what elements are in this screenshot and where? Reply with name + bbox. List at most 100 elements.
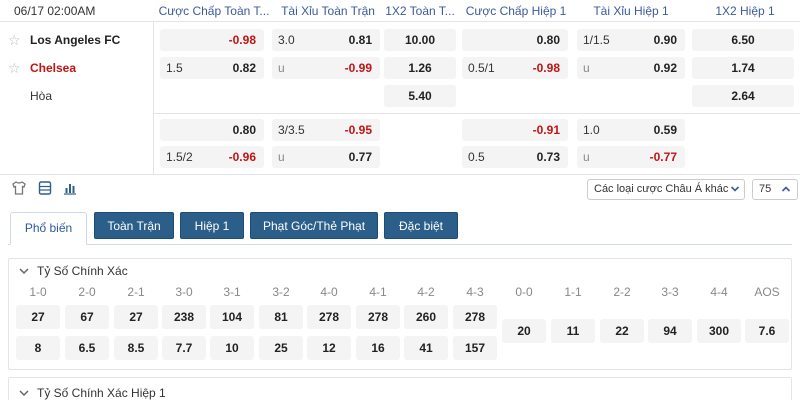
odds-line: 0.5/1 [468,61,495,75]
bet-type-label: Các loại cược Châu Á khác [594,183,729,195]
bet-type-dropdown[interactable]: Các loại cược Châu Á khác [587,179,745,200]
odds-button[interactable]: 1.5 0.82 [160,57,264,79]
odds-button[interactable]: -0.98 [160,29,264,51]
score-odds-home[interactable]: 278 [356,305,400,329]
odds-button[interactable]: u 0.77 [272,146,380,168]
market-count-toggle[interactable]: 75 [752,179,798,200]
score-label: 1-1 [564,285,582,299]
score-odds-away[interactable]: 8 [16,336,60,360]
chevron-down-icon [19,383,29,400]
odds-price: 0.82 [232,61,256,75]
odds-price: 0.90 [653,33,677,47]
score-odds-home[interactable]: 27 [16,305,60,329]
scoreboard-icon[interactable] [35,180,55,198]
score-odds-home[interactable]: 238 [162,305,206,329]
score-odds-away[interactable]: 157 [453,336,497,360]
odds-line: u [583,150,590,164]
odds-button[interactable]: 1.0 0.59 [577,119,685,141]
odds-price: -0.98 [228,33,256,47]
odds-price: -0.95 [344,123,372,137]
odds-button[interactable]: 1.26 [384,57,456,79]
score-odds-away[interactable]: 12 [307,336,351,360]
tab-corners-cards[interactable]: Phạt Góc/Thẻ Phạt [250,212,378,239]
odds-button[interactable]: 1.74 [692,57,794,79]
team-home-row[interactable]: ☆ Los Angeles FC [0,26,154,54]
odds-price: 1.74 [731,61,755,75]
odds-button[interactable]: 1/1.5 0.90 [577,29,685,51]
score-label: 2-1 [127,285,145,299]
odds-button[interactable]: u 0.92 [577,57,685,79]
score-odds-home[interactable]: 278 [307,305,351,329]
score-odds-away[interactable]: 41 [404,336,448,360]
odds-button[interactable]: -0.91 [462,119,568,141]
score-label: 4-3 [466,285,484,299]
star-icon[interactable]: ☆ [8,54,21,82]
score-label: 3-1 [223,285,241,299]
odds-line: 1.0 [583,123,600,137]
odds-line: u [278,61,285,75]
odds-button[interactable]: 1.5/2 -0.96 [160,146,264,168]
odds-button[interactable]: 0.80 [462,29,568,51]
score-odds-home[interactable]: 260 [404,305,448,329]
odds-price: 0.73 [536,150,560,164]
odds-button[interactable]: 2.64 [692,85,794,107]
odds-button[interactable]: 5.40 [384,85,456,107]
score-odds-draw[interactable]: 20 [502,319,546,343]
score-odds-draw[interactable]: 7.6 [745,319,789,343]
correct-score-h1-header[interactable]: Tỷ Số Chính Xác Hiệp 1 [19,381,166,400]
odds-line: 3/3.5 [278,123,305,137]
section-divider [0,174,800,175]
score-odds-home[interactable]: 81 [259,305,303,329]
header-handicap-h1: Cược Chấp Hiệp 1 [465,4,567,18]
score-odds-away[interactable]: 7.7 [162,336,206,360]
odds-line: 3.0 [278,33,295,47]
score-odds-home[interactable]: 104 [210,305,254,329]
odds-price: 0.81 [348,33,372,47]
odds-price: 6.50 [731,33,755,47]
score-label: 3-3 [661,285,679,299]
odds-button[interactable]: u -0.77 [577,146,685,168]
star-icon[interactable]: ☆ [8,26,21,54]
score-label: 4-1 [369,285,387,299]
score-odds-away[interactable]: 6.5 [65,336,109,360]
score-odds-home[interactable]: 67 [65,305,109,329]
score-odds-away[interactable]: 25 [259,336,303,360]
odds-button[interactable]: 6.50 [692,29,794,51]
score-odds-draw[interactable]: 94 [648,319,692,343]
header-overunder-ft: Tài Xỉu Toàn Trận [281,4,375,18]
shirt-icon[interactable] [9,180,29,198]
tabs-underline [8,244,792,245]
tab-full-match[interactable]: Toàn Trận [94,212,174,239]
odds-line: 1.5 [166,61,183,75]
tab-specials[interactable]: Đặc biệt [384,212,458,239]
score-odds-away[interactable]: 8.5 [114,336,158,360]
odds-button[interactable]: 3/3.5 -0.95 [272,119,380,141]
odds-button[interactable]: 0.80 [160,119,264,141]
header-handicap-ft: Cược Chấp Toàn T... [158,4,270,18]
score-odds-away[interactable]: 16 [356,336,400,360]
header-1x2-h1: 1X2 Hiệp 1 [715,4,775,18]
score-label: 0-0 [515,285,533,299]
tab-first-half[interactable]: Hiệp 1 [180,212,244,239]
score-odds-draw[interactable]: 300 [697,319,741,343]
tab-popular[interactable]: Phổ biến [10,212,87,245]
odds-price: 0.59 [653,123,677,137]
team-away-row[interactable]: ☆ Chelsea [0,54,154,82]
odds-button[interactable]: 0.5 0.73 [462,146,568,168]
chevron-down-icon [730,180,740,199]
odds-price: 10.00 [404,33,436,47]
score-odds-draw[interactable]: 11 [551,319,595,343]
correct-score-header[interactable]: Tỷ Số Chính Xác [19,259,128,283]
odds-button[interactable]: 10.00 [384,29,456,51]
score-odds-away[interactable]: 10 [210,336,254,360]
score-odds-home[interactable]: 27 [114,305,158,329]
score-odds-home[interactable]: 278 [453,305,497,329]
odds-button[interactable]: u -0.99 [272,57,380,79]
score-odds-draw[interactable]: 22 [600,319,644,343]
stats-icon[interactable] [60,180,80,198]
odds-price: 0.80 [232,123,256,137]
odds-price: -0.99 [344,61,372,75]
odds-price: 0.80 [536,33,560,47]
odds-button[interactable]: 3.0 0.81 [272,29,380,51]
odds-button[interactable]: 0.5/1 -0.98 [462,57,568,79]
